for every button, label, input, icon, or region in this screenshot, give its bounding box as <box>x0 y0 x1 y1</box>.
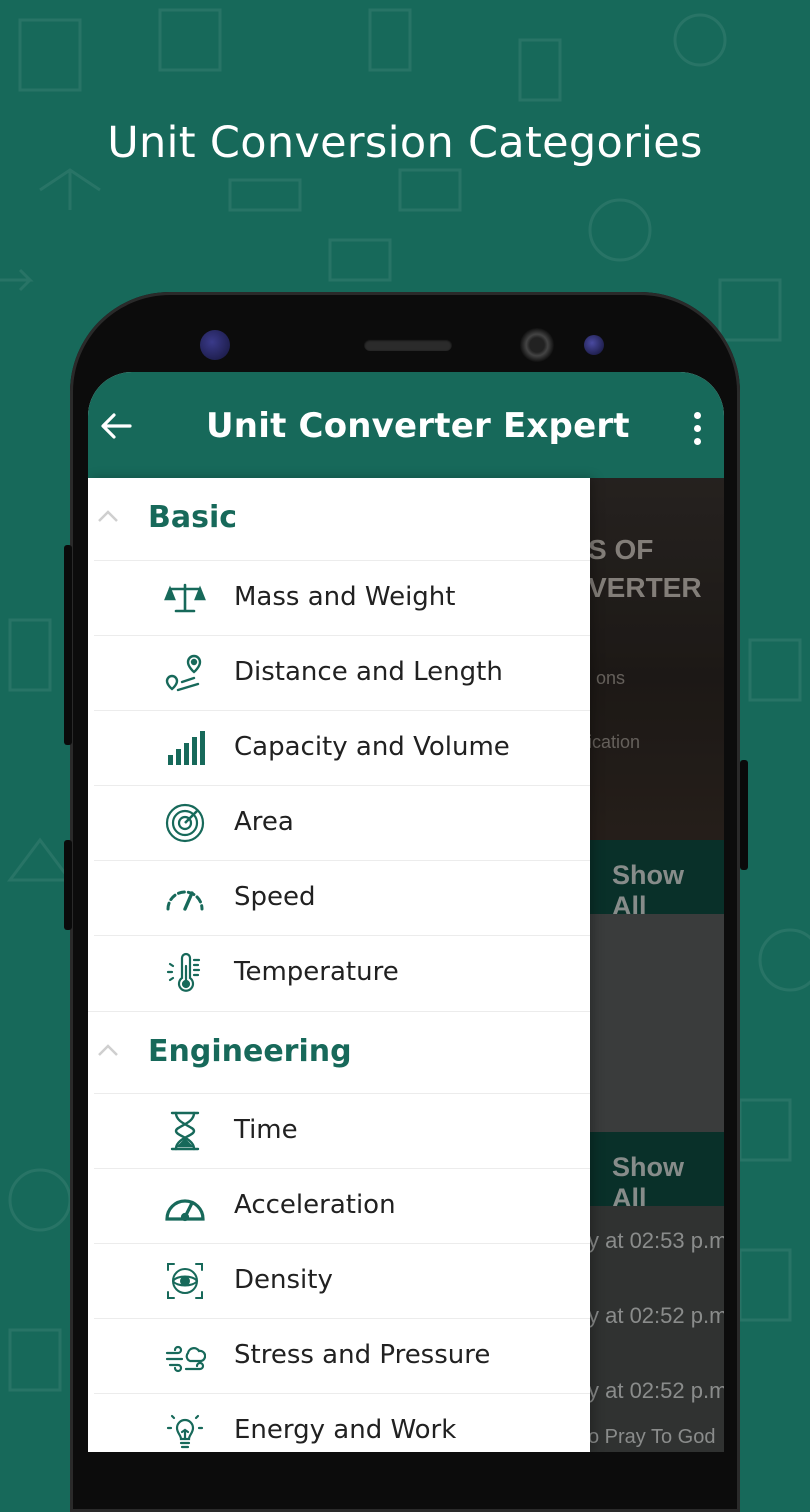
navigation-drawer: Basic Mass and Weight Distance and Lengt… <box>88 478 590 1452</box>
category-item[interactable]: Mass and Weight <box>94 560 590 635</box>
phone-screen: Unit Converter Expert S OF VERTER ons ic… <box>88 372 724 1452</box>
category-item[interactable]: Energy and Work <box>94 1393 590 1452</box>
bulb-icon <box>166 1414 204 1449</box>
category-item[interactable]: Acceleration <box>94 1168 590 1243</box>
bars-icon <box>168 731 205 765</box>
app-title: Unit Converter Expert <box>206 406 630 446</box>
radar-icon <box>165 803 205 843</box>
category-item[interactable]: Density <box>94 1243 590 1318</box>
front-sensor-small <box>584 335 604 355</box>
category-item[interactable]: Speed <box>94 860 590 935</box>
arrow-left-icon[interactable] <box>98 408 134 444</box>
phone-side-button <box>64 840 72 930</box>
chevron-up-icon <box>98 1044 118 1056</box>
category-item[interactable]: Time <box>94 1093 590 1168</box>
section-header-basic[interactable]: Basic <box>88 478 590 560</box>
category-item[interactable]: Temperature <box>94 935 590 1010</box>
category-item[interactable]: Distance and Length <box>94 635 590 710</box>
phone-side-button <box>740 760 748 870</box>
chevron-up-icon <box>98 510 118 522</box>
scale-icon <box>164 583 206 613</box>
section-header-engineering[interactable]: Engineering <box>88 1011 590 1094</box>
category-item[interactable]: Stress and Pressure <box>94 1318 590 1393</box>
hourglass-icon <box>170 1111 200 1151</box>
wind-cloud-icon <box>165 1345 206 1373</box>
category-item[interactable]: Capacity and Volume <box>94 710 590 785</box>
density-icon <box>167 1263 203 1299</box>
gauge-icon <box>165 1199 205 1222</box>
more-vert-icon[interactable] <box>688 412 708 446</box>
earpiece-speaker <box>364 339 452 351</box>
route-icon <box>165 654 202 692</box>
front-sensor <box>200 330 230 360</box>
promo-title: Unit Conversion Categories <box>107 118 703 168</box>
speedometer-icon <box>166 890 204 911</box>
app-bar: Unit Converter Expert <box>88 372 724 478</box>
front-camera <box>520 328 554 362</box>
category-item[interactable]: Area <box>94 785 590 860</box>
phone-side-button <box>64 545 72 745</box>
thermometer-icon <box>166 952 201 992</box>
